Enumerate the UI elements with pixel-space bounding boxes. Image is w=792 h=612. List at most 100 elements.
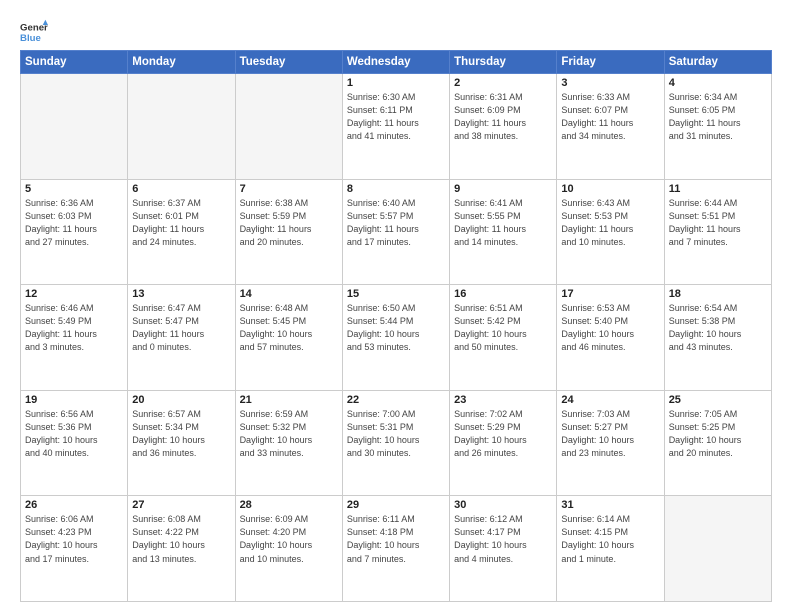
day-number: 14 [240,288,338,300]
day-number: 29 [347,499,445,511]
day-info: Sunrise: 6:06 AM Sunset: 4:23 PM Dayligh… [25,513,123,565]
day-number: 16 [454,288,552,300]
day-number: 26 [25,499,123,511]
day-info: Sunrise: 6:48 AM Sunset: 5:45 PM Dayligh… [240,302,338,354]
day-number: 7 [240,183,338,195]
day-info: Sunrise: 6:43 AM Sunset: 5:53 PM Dayligh… [561,197,659,249]
calendar-day [128,74,235,180]
calendar-day: 5 Sunrise: 6:36 AM Sunset: 6:03 PM Daylig… [21,179,128,285]
day-number: 24 [561,394,659,406]
day-number: 23 [454,394,552,406]
calendar-header-row: SundayMondayTuesdayWednesdayThursdayFrid… [21,51,772,74]
calendar-day: 3 Sunrise: 6:33 AM Sunset: 6:07 PM Daylig… [557,74,664,180]
day-number: 15 [347,288,445,300]
day-number: 3 [561,77,659,89]
day-number: 28 [240,499,338,511]
day-info: Sunrise: 6:53 AM Sunset: 5:40 PM Dayligh… [561,302,659,354]
day-info: Sunrise: 6:09 AM Sunset: 4:20 PM Dayligh… [240,513,338,565]
calendar-day: 7 Sunrise: 6:38 AM Sunset: 5:59 PM Daylig… [235,179,342,285]
day-info: Sunrise: 6:51 AM Sunset: 5:42 PM Dayligh… [454,302,552,354]
calendar-day: 20 Sunrise: 6:57 AM Sunset: 5:34 PM Dayli… [128,390,235,496]
day-info: Sunrise: 6:34 AM Sunset: 6:05 PM Dayligh… [669,91,767,143]
logo: General Blue [20,18,54,46]
calendar-day: 31Sunrise: 6:14 AM Sunset: 4:15 PM Dayli… [557,496,664,602]
calendar-day: 22 Sunrise: 7:00 AM Sunset: 5:31 PM Dayli… [342,390,449,496]
day-number: 31 [561,499,659,511]
day-info: Sunrise: 6:44 AM Sunset: 5:51 PM Dayligh… [669,197,767,249]
day-number: 8 [347,183,445,195]
day-info: Sunrise: 6:54 AM Sunset: 5:38 PM Dayligh… [669,302,767,354]
day-info: Sunrise: 6:31 AM Sunset: 6:09 PM Dayligh… [454,91,552,143]
day-info: Sunrise: 6:50 AM Sunset: 5:44 PM Dayligh… [347,302,445,354]
day-number: 21 [240,394,338,406]
calendar-week-3: 12Sunrise: 6:46 AM Sunset: 5:49 PM Dayli… [21,285,772,391]
day-number: 20 [132,394,230,406]
day-number: 5 [25,183,123,195]
calendar-day: 23Sunrise: 7:02 AM Sunset: 5:29 PM Dayli… [450,390,557,496]
day-info: Sunrise: 6:37 AM Sunset: 6:01 PM Dayligh… [132,197,230,249]
weekday-header-tuesday: Tuesday [235,51,342,74]
calendar-week-5: 26 Sunrise: 6:06 AM Sunset: 4:23 PM Dayli… [21,496,772,602]
calendar-table: SundayMondayTuesdayWednesdayThursdayFrid… [20,50,772,602]
day-info: Sunrise: 7:00 AM Sunset: 5:31 PM Dayligh… [347,408,445,460]
day-info: Sunrise: 6:41 AM Sunset: 5:55 PM Dayligh… [454,197,552,249]
day-number: 11 [669,183,767,195]
day-info: Sunrise: 6:38 AM Sunset: 5:59 PM Dayligh… [240,197,338,249]
header: General Blue [20,18,772,46]
calendar-day [664,496,771,602]
calendar-week-2: 5 Sunrise: 6:36 AM Sunset: 6:03 PM Daylig… [21,179,772,285]
day-info: Sunrise: 6:46 AM Sunset: 5:49 PM Dayligh… [25,302,123,354]
day-number: 17 [561,288,659,300]
calendar-day: 27 Sunrise: 6:08 AM Sunset: 4:22 PM Dayli… [128,496,235,602]
day-number: 13 [132,288,230,300]
calendar-day: 9 Sunrise: 6:41 AM Sunset: 5:55 PM Daylig… [450,179,557,285]
weekday-header-friday: Friday [557,51,664,74]
calendar-day: 28 Sunrise: 6:09 AM Sunset: 4:20 PM Dayli… [235,496,342,602]
logo-icon: General Blue [20,18,48,46]
weekday-header-sunday: Sunday [21,51,128,74]
day-number: 18 [669,288,767,300]
day-info: Sunrise: 6:36 AM Sunset: 6:03 PM Dayligh… [25,197,123,249]
day-info: Sunrise: 6:56 AM Sunset: 5:36 PM Dayligh… [25,408,123,460]
calendar-week-1: 1Sunrise: 6:30 AM Sunset: 6:11 PM Daylig… [21,74,772,180]
day-info: Sunrise: 6:33 AM Sunset: 6:07 PM Dayligh… [561,91,659,143]
calendar-day: 16 Sunrise: 6:51 AM Sunset: 5:42 PM Dayli… [450,285,557,391]
day-info: Sunrise: 6:59 AM Sunset: 5:32 PM Dayligh… [240,408,338,460]
day-info: Sunrise: 7:03 AM Sunset: 5:27 PM Dayligh… [561,408,659,460]
calendar-day: 17 Sunrise: 6:53 AM Sunset: 5:40 PM Dayli… [557,285,664,391]
day-info: Sunrise: 6:11 AM Sunset: 4:18 PM Dayligh… [347,513,445,565]
calendar-day: 29 Sunrise: 6:11 AM Sunset: 4:18 PM Dayli… [342,496,449,602]
day-number: 6 [132,183,230,195]
calendar-day: 15 Sunrise: 6:50 AM Sunset: 5:44 PM Dayli… [342,285,449,391]
calendar-day: 18 Sunrise: 6:54 AM Sunset: 5:38 PM Dayli… [664,285,771,391]
svg-text:Blue: Blue [20,33,41,44]
calendar-day: 12Sunrise: 6:46 AM Sunset: 5:49 PM Dayli… [21,285,128,391]
calendar-day: 6 Sunrise: 6:37 AM Sunset: 6:01 PM Daylig… [128,179,235,285]
calendar-day: 1Sunrise: 6:30 AM Sunset: 6:11 PM Daylig… [342,74,449,180]
calendar-day: 8 Sunrise: 6:40 AM Sunset: 5:57 PM Daylig… [342,179,449,285]
day-number: 9 [454,183,552,195]
calendar-day: 19 Sunrise: 6:56 AM Sunset: 5:36 PM Dayli… [21,390,128,496]
calendar-day [235,74,342,180]
calendar-day [21,74,128,180]
day-number: 10 [561,183,659,195]
day-number: 25 [669,394,767,406]
day-number: 22 [347,394,445,406]
page: General Blue SundayMondayTuesdayWednesda… [0,0,792,612]
day-number: 30 [454,499,552,511]
day-info: Sunrise: 6:40 AM Sunset: 5:57 PM Dayligh… [347,197,445,249]
calendar-day: 26 Sunrise: 6:06 AM Sunset: 4:23 PM Dayli… [21,496,128,602]
calendar-day: 11 Sunrise: 6:44 AM Sunset: 5:51 PM Dayli… [664,179,771,285]
day-number: 4 [669,77,767,89]
day-info: Sunrise: 6:47 AM Sunset: 5:47 PM Dayligh… [132,302,230,354]
weekday-header-wednesday: Wednesday [342,51,449,74]
day-info: Sunrise: 6:57 AM Sunset: 5:34 PM Dayligh… [132,408,230,460]
calendar-day: 21 Sunrise: 6:59 AM Sunset: 5:32 PM Dayli… [235,390,342,496]
day-info: Sunrise: 6:08 AM Sunset: 4:22 PM Dayligh… [132,513,230,565]
day-number: 19 [25,394,123,406]
calendar-day: 24 Sunrise: 7:03 AM Sunset: 5:27 PM Dayli… [557,390,664,496]
day-number: 27 [132,499,230,511]
calendar-day: 25Sunrise: 7:05 AM Sunset: 5:25 PM Dayli… [664,390,771,496]
calendar-day: 14 Sunrise: 6:48 AM Sunset: 5:45 PM Dayli… [235,285,342,391]
day-number: 1 [347,77,445,89]
